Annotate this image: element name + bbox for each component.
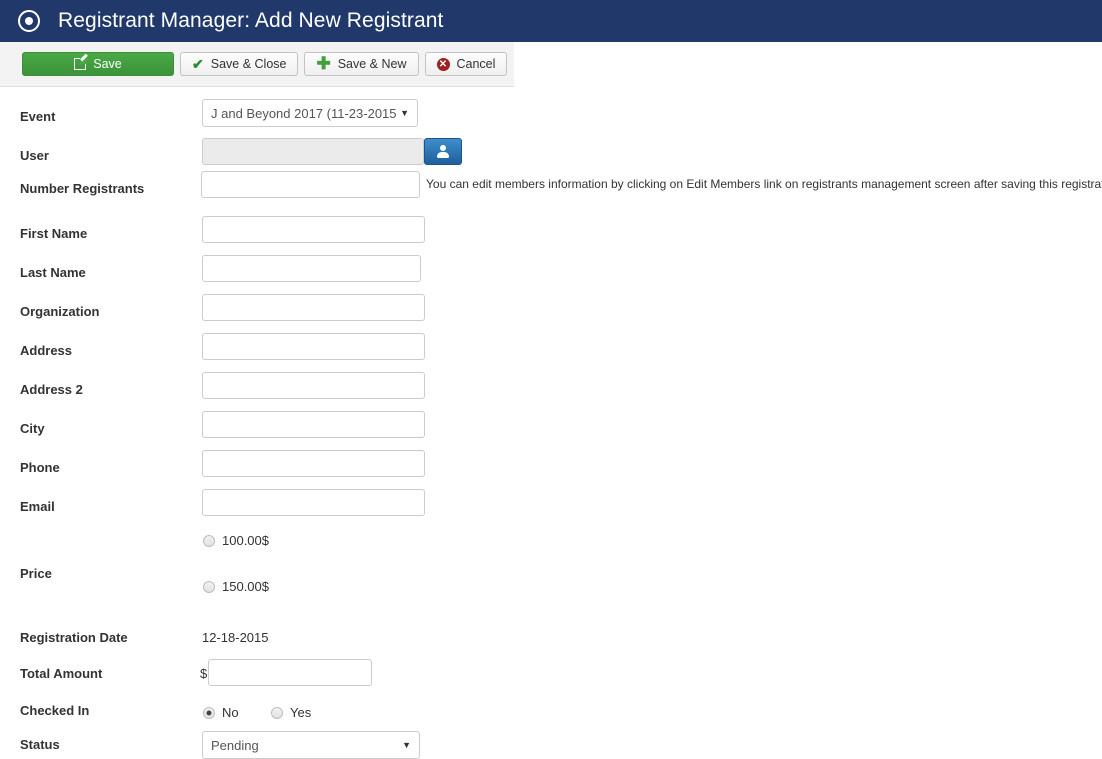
chevron-down-icon: ▼ <box>400 108 409 118</box>
last-name-label: Last Name <box>20 265 86 280</box>
city-label: City <box>20 421 45 436</box>
price-radio-0[interactable] <box>203 534 215 547</box>
price-label: Price <box>20 566 52 581</box>
organization-input[interactable] <box>202 294 425 321</box>
checked-in-label: Checked In <box>20 703 90 718</box>
status-select[interactable]: Pending ▼ <box>202 731 420 759</box>
event-label: Event <box>20 109 56 124</box>
cancel-button-label: Cancel <box>456 57 496 71</box>
city-input[interactable] <box>202 411 425 438</box>
registration-date-label: Registration Date <box>20 630 128 645</box>
person-icon <box>437 145 449 158</box>
last-name-input[interactable] <box>202 255 421 282</box>
user-label: User <box>20 148 49 163</box>
checked-in-option-0[interactable]: No <box>203 705 239 720</box>
first-name-input[interactable] <box>202 216 425 243</box>
address-input[interactable] <box>202 333 425 360</box>
save-and-close-button[interactable]: ✔ Save & Close <box>180 52 299 76</box>
email-label: Email <box>20 499 55 514</box>
checked-in-option-0-label: No <box>222 705 239 720</box>
price-option-1[interactable]: 150.00$ <box>203 579 269 594</box>
status-select-value: Pending <box>211 737 259 753</box>
number-registrants-input[interactable] <box>201 171 420 198</box>
edit-pencil-icon <box>74 57 88 70</box>
checked-in-radio-yes[interactable] <box>271 706 283 719</box>
address2-label: Address 2 <box>20 382 83 397</box>
currency-symbol: $ <box>200 666 208 681</box>
total-amount-input[interactable] <box>208 659 372 686</box>
phone-label: Phone <box>20 460 60 475</box>
user-picker-button[interactable] <box>424 138 462 165</box>
save-and-new-button-label: Save & New <box>337 57 407 71</box>
plus-icon: ✚ <box>316 54 331 73</box>
first-name-label: First Name <box>20 226 88 241</box>
price-option-0[interactable]: 100.00$ <box>203 533 269 548</box>
address-label: Address <box>20 343 73 358</box>
close-circle-icon: ✕ <box>436 57 450 71</box>
save-and-new-button[interactable]: ✚ Save & New <box>304 52 419 76</box>
organization-label: Organization <box>20 304 100 319</box>
user-input[interactable] <box>202 138 424 165</box>
cancel-button[interactable]: ✕ Cancel <box>424 52 508 76</box>
action-toolbar: Save ✔ Save & Close ✚ Save & New ✕ Cance… <box>0 42 514 87</box>
status-label: Status <box>20 737 60 752</box>
event-select-value: J and Beyond 2017 (11-23-2015 <box>211 105 397 121</box>
total-amount-label: Total Amount <box>20 666 103 681</box>
target-circle-icon <box>18 10 40 32</box>
checked-in-option-1[interactable]: Yes <box>271 705 311 720</box>
save-and-close-button-label: Save & Close <box>210 57 287 71</box>
checked-in-radio-no[interactable] <box>203 706 215 719</box>
save-button[interactable]: Save <box>22 52 174 76</box>
price-option-1-label: 150.00$ <box>222 579 269 594</box>
checkmark-icon: ✔ <box>192 56 204 72</box>
price-option-0-label: 100.00$ <box>222 533 269 548</box>
address2-input[interactable] <box>202 372 425 399</box>
number-registrants-help-text: You can edit members information by clic… <box>426 177 1102 191</box>
number-registrants-label: Number Registrants <box>20 181 145 196</box>
checked-in-option-1-label: Yes <box>290 705 312 720</box>
registration-date-value: 12-18-2015 <box>202 630 269 645</box>
page-title: Registrant Manager: Add New Registrant <box>58 9 444 32</box>
price-radio-1[interactable] <box>203 580 215 593</box>
phone-input[interactable] <box>202 450 425 477</box>
window-title-bar: Registrant Manager: Add New Registrant <box>0 0 1102 42</box>
email-input[interactable] <box>202 489 425 516</box>
save-button-label: Save <box>93 57 122 71</box>
event-select[interactable]: J and Beyond 2017 (11-23-2015 ▼ <box>202 99 418 127</box>
